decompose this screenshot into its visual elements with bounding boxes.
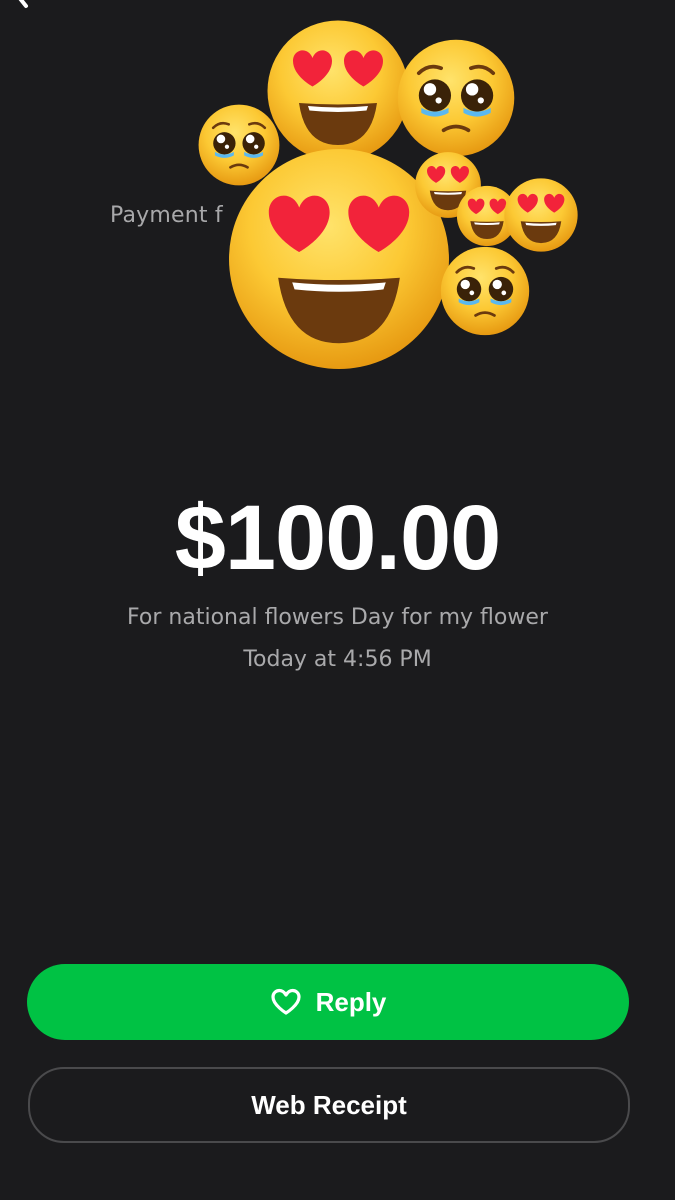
payment-note: For national flowers Day for my flower [127,605,548,630]
payment-amount: $100.00 [174,487,502,589]
pleading-face-emoji-sticker [438,244,532,338]
reply-button-label: Reply [315,986,387,1017]
heart-eyes-emoji-sticker [502,176,580,254]
web-receipt-button[interactable]: Web Receipt [28,1067,630,1143]
heart-outline-icon [270,988,301,1015]
reply-button[interactable]: Reply [27,964,629,1040]
payment-timestamp: Today at 4:56 PM [243,647,432,672]
back-chevron-icon[interactable] [0,0,40,14]
web-receipt-button-label: Web Receipt [251,1089,407,1120]
payment-detail-screen: Payment f $100.00 For national flowers D… [0,0,675,1200]
payment-from-label: Payment f [110,203,223,228]
